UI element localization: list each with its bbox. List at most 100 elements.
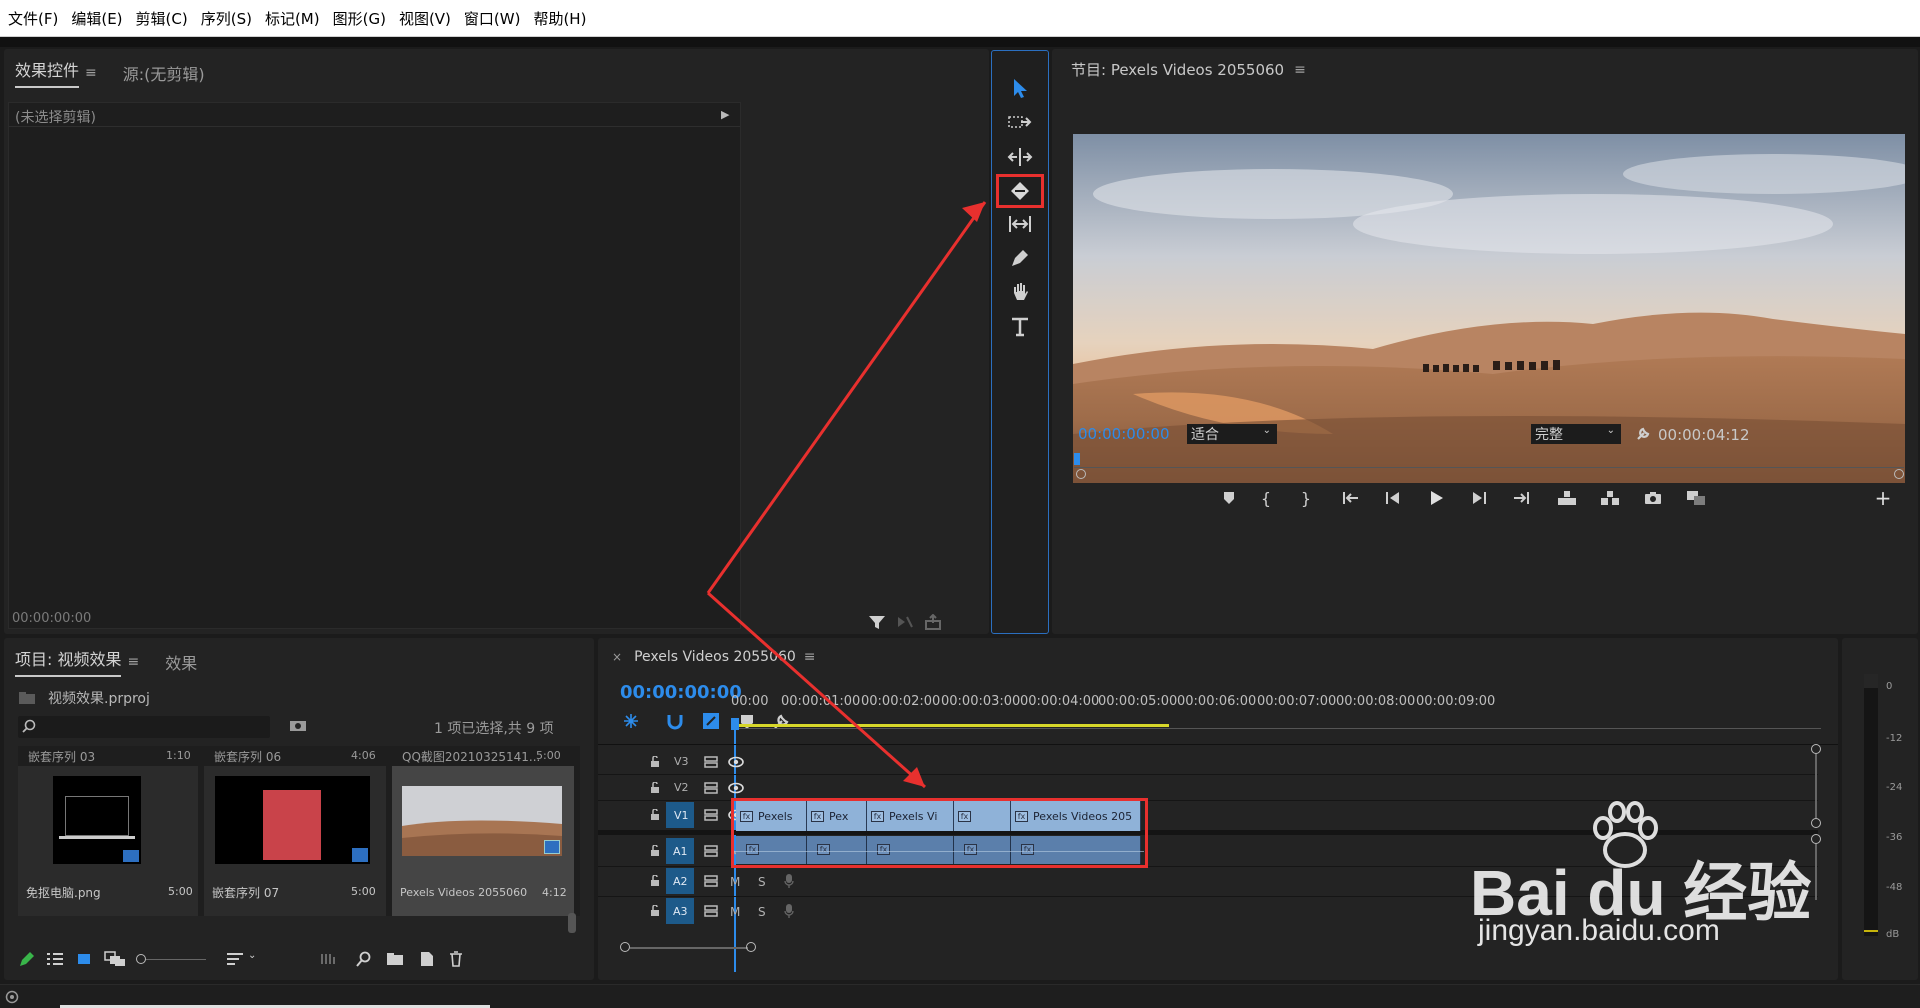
- solo-toggle[interactable]: S: [758, 875, 766, 889]
- zoom-handle-left[interactable]: [1076, 469, 1086, 479]
- creative-cloud-icon[interactable]: [5, 990, 19, 1004]
- mark-out-icon[interactable]: }: [1297, 487, 1315, 509]
- sync-lock-icon[interactable]: [704, 782, 718, 794]
- play-icon[interactable]: [1425, 487, 1447, 509]
- eye-icon[interactable]: [728, 782, 744, 794]
- timeline-tab[interactable]: Pexels Videos 2055060: [634, 649, 796, 665]
- lock-icon[interactable]: [650, 905, 660, 917]
- lock-icon[interactable]: [650, 845, 660, 857]
- project-search-input[interactable]: [18, 716, 270, 738]
- tab-project[interactable]: 项目: 视频效果: [15, 646, 122, 677]
- panel-menu-icon[interactable]: ≡: [127, 654, 139, 670]
- program-playhead[interactable]: [1074, 453, 1080, 465]
- source-patch-v1[interactable]: V1: [666, 802, 694, 828]
- source-patch-a3[interactable]: A3: [666, 898, 694, 924]
- chevron-down-icon[interactable]: ⌄: [248, 950, 256, 961]
- menu-clip[interactable]: 剪辑(C): [136, 8, 188, 29]
- zoom-slider-track[interactable]: [146, 959, 206, 960]
- panel-menu-icon[interactable]: ≡: [1294, 62, 1306, 78]
- new-search-bin-icon[interactable]: [289, 718, 307, 732]
- menu-file[interactable]: 文件(F): [8, 8, 58, 29]
- panel-menu-icon[interactable]: ≡: [804, 649, 816, 665]
- mute-toggle[interactable]: M: [730, 875, 740, 889]
- menu-view[interactable]: 视图(V): [399, 8, 451, 29]
- sort-icon[interactable]: [226, 952, 244, 966]
- track-select-tool[interactable]: [998, 107, 1042, 137]
- lock-icon[interactable]: [650, 756, 660, 768]
- sync-lock-icon[interactable]: [704, 845, 718, 857]
- filter-icon[interactable]: [868, 614, 886, 630]
- step-back-icon[interactable]: [1382, 487, 1404, 509]
- menu-graphics[interactable]: 图形(G): [333, 8, 386, 29]
- program-timecode[interactable]: 00:00:00:00: [1078, 425, 1170, 443]
- snap-magnet-icon[interactable]: [666, 712, 684, 730]
- menu-edit[interactable]: 编辑(E): [71, 8, 122, 29]
- program-monitor-title[interactable]: 节目: Pexels Videos 2055060: [1071, 59, 1284, 80]
- step-forward-icon[interactable]: [1468, 487, 1490, 509]
- program-ruler[interactable]: [1074, 460, 1904, 468]
- lock-icon[interactable]: [650, 875, 660, 887]
- zoom-handle-right[interactable]: [1894, 469, 1904, 479]
- slip-tool[interactable]: [998, 209, 1042, 239]
- microphone-icon[interactable]: [784, 903, 794, 919]
- source-patch-a2[interactable]: A2: [666, 868, 694, 894]
- add-marker-icon[interactable]: [1220, 487, 1238, 509]
- icon-view-icon[interactable]: [76, 952, 92, 966]
- sync-lock-icon[interactable]: [704, 905, 718, 917]
- tab-source[interactable]: 源:(无剪辑): [123, 61, 205, 85]
- go-to-in-icon[interactable]: [1340, 487, 1362, 509]
- mute-toggle[interactable]: M: [730, 905, 740, 919]
- expand-arrow-icon[interactable]: ▶: [721, 108, 729, 121]
- new-bin-icon[interactable]: [386, 952, 404, 966]
- sync-lock-icon[interactable]: [704, 809, 718, 821]
- pen-tool[interactable]: [998, 243, 1042, 273]
- solo-toggle[interactable]: S: [758, 905, 766, 919]
- comparison-view-icon[interactable]: [1684, 487, 1708, 509]
- lift-icon[interactable]: [1555, 487, 1579, 509]
- nest-sequence-icon[interactable]: [622, 712, 640, 730]
- extract-icon[interactable]: [1598, 487, 1622, 509]
- eye-icon[interactable]: [728, 756, 744, 768]
- add-button-icon[interactable]: +: [1872, 486, 1894, 510]
- list-view-icon[interactable]: [46, 952, 64, 966]
- mark-in-icon[interactable]: {: [1257, 487, 1275, 509]
- lock-icon[interactable]: [650, 782, 660, 794]
- panel-menu-icon[interactable]: ≡: [85, 65, 97, 81]
- new-item-icon[interactable]: [418, 951, 434, 967]
- automate-to-sequence-icon[interactable]: [320, 952, 338, 966]
- lock-icon[interactable]: [650, 809, 660, 821]
- project-item[interactable]: 嵌套序列 07 5:00: [204, 766, 386, 916]
- menu-window[interactable]: 窗口(W): [464, 8, 521, 29]
- track-label[interactable]: V2: [674, 781, 689, 794]
- sync-lock-icon[interactable]: [704, 756, 718, 768]
- timeline-ruler[interactable]: 00:00 00:00:01:00 00:00:02:00 00:00:03:0…: [731, 694, 1821, 730]
- sync-lock-icon[interactable]: [704, 875, 718, 887]
- microphone-icon[interactable]: [784, 873, 794, 889]
- ripple-edit-tool[interactable]: [998, 142, 1042, 172]
- freeform-view-icon[interactable]: [104, 951, 126, 967]
- find-icon[interactable]: [356, 951, 372, 967]
- zoom-slider-handle[interactable]: [136, 954, 146, 964]
- settings-wrench-icon[interactable]: [1635, 426, 1651, 442]
- project-scrollbar[interactable]: [568, 913, 576, 933]
- export-frame-camera-icon[interactable]: [1641, 487, 1665, 509]
- selection-tool[interactable]: [998, 73, 1042, 103]
- project-item[interactable]: 免抠电脑.png 5:00: [18, 766, 198, 916]
- menu-help[interactable]: 帮助(H): [533, 8, 586, 29]
- trash-icon[interactable]: [448, 951, 464, 967]
- track-label[interactable]: V3: [674, 755, 689, 768]
- razor-tool[interactable]: [996, 174, 1044, 208]
- pencil-write-icon[interactable]: [18, 950, 36, 968]
- work-area-bar[interactable]: [731, 724, 1169, 727]
- source-patch-a1[interactable]: A1: [666, 838, 694, 864]
- close-tab-icon[interactable]: ×: [612, 650, 622, 664]
- project-item-selected[interactable]: Pexels Videos 2055060 4:12: [392, 766, 574, 916]
- menu-sequence[interactable]: 序列(S): [201, 8, 252, 29]
- timeline-horizontal-scrollbar[interactable]: [620, 942, 756, 954]
- hand-tool[interactable]: [998, 277, 1042, 307]
- menu-markers[interactable]: 标记(M): [265, 8, 320, 29]
- quality-dropdown[interactable]: 完整 ⌄: [1531, 424, 1621, 444]
- type-tool[interactable]: [998, 312, 1042, 342]
- tab-effects[interactable]: 效果: [165, 650, 197, 674]
- go-to-out-icon[interactable]: [1510, 487, 1532, 509]
